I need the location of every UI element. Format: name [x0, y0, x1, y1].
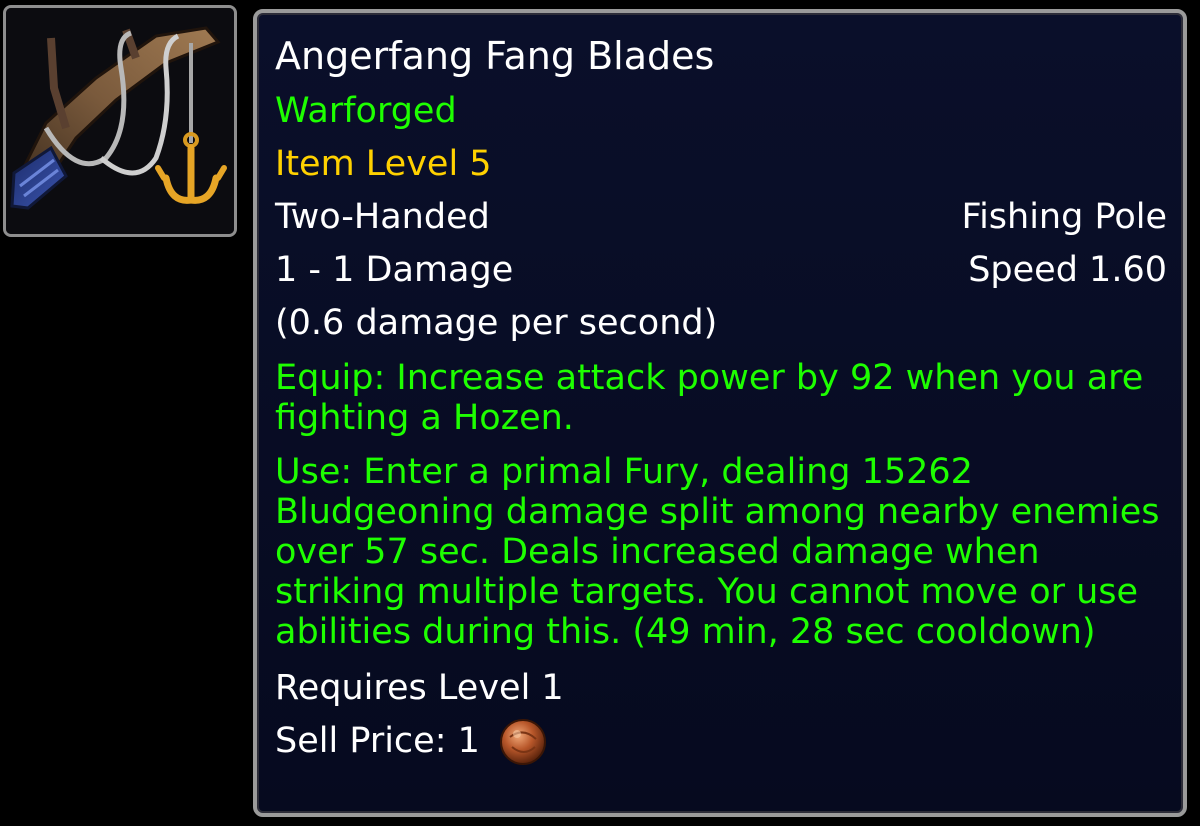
slot-row: Two-Handed Fishing Pole: [275, 191, 1167, 244]
sell-price: Sell Price: 1: [275, 715, 1167, 768]
damage-row: 1 - 1 Damage Speed 1.60: [275, 244, 1167, 297]
sell-price-label: Sell Price: 1: [275, 721, 480, 761]
item-name: Angerfang Fang Blades: [275, 34, 715, 78]
item-tooltip: Angerfang Fang Blades Warforged Item Lev…: [253, 9, 1187, 817]
weapon-speed: Speed 1.60: [968, 250, 1167, 290]
item-slot: Two-Handed: [275, 197, 490, 237]
damage-per-second: (0.6 damage per second): [275, 303, 718, 343]
item-icon-frame[interactable]: [3, 5, 237, 237]
copper-coin-icon: [499, 718, 546, 765]
fishing-pole-icon: [6, 8, 234, 234]
item-tier: Warforged: [275, 91, 457, 131]
damage-range: 1 - 1 Damage: [275, 250, 514, 290]
weapon-type: Fishing Pole: [961, 197, 1167, 237]
equip-effect: Equip: Increase attack power by 92 when …: [275, 358, 1144, 438]
item-level: Item Level 5: [275, 144, 492, 184]
use-effect: Use: Enter a primal Fury, dealing 15262 …: [275, 452, 1160, 652]
required-level: Requires Level 1: [275, 668, 564, 708]
